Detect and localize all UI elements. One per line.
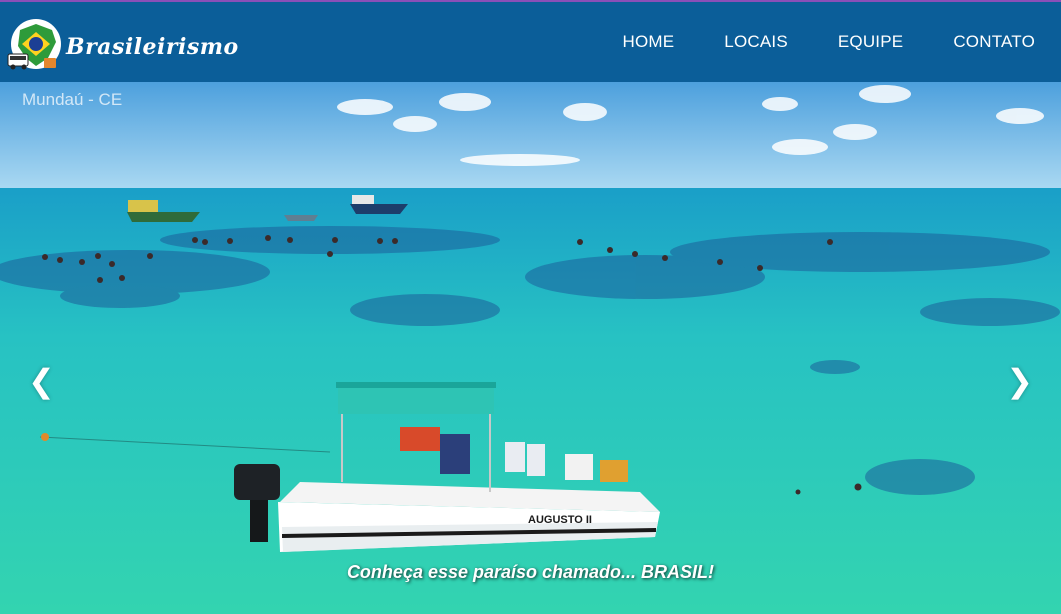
brand-name: Brasileirismo — [66, 34, 239, 60]
brand-logo[interactable]: Brasileirismo — [6, 14, 238, 76]
nav-contato[interactable]: CONTATO — [953, 32, 1035, 52]
location-label: Mundaú - CE — [22, 90, 123, 109]
main-nav: HOME LOCAIS EQUIPE CONTATO — [622, 2, 1035, 82]
boat-name: AUGUSTO II — [528, 514, 592, 526]
chevron-right-icon[interactable]: ❯ — [1006, 362, 1033, 400]
hero-image: AUGUSTO II — [0, 82, 1061, 614]
hero-carousel: AUGUSTO II Mundaú - CE ❮ ❯ Conheça esse … — [0, 82, 1061, 614]
chevron-left-icon[interactable]: ❮ — [28, 362, 55, 400]
hero-caption: Conheça esse paraíso chamado... BRASIL! — [346, 562, 715, 582]
nav-equipe[interactable]: EQUIPE — [838, 32, 903, 52]
nav-locais[interactable]: LOCAIS — [724, 32, 788, 52]
top-navbar: Brasileirismo HOME LOCAIS EQUIPE CONTATO — [0, 0, 1061, 82]
brazil-map-flag-icon — [7, 19, 61, 70]
nav-home[interactable]: HOME — [622, 32, 674, 52]
